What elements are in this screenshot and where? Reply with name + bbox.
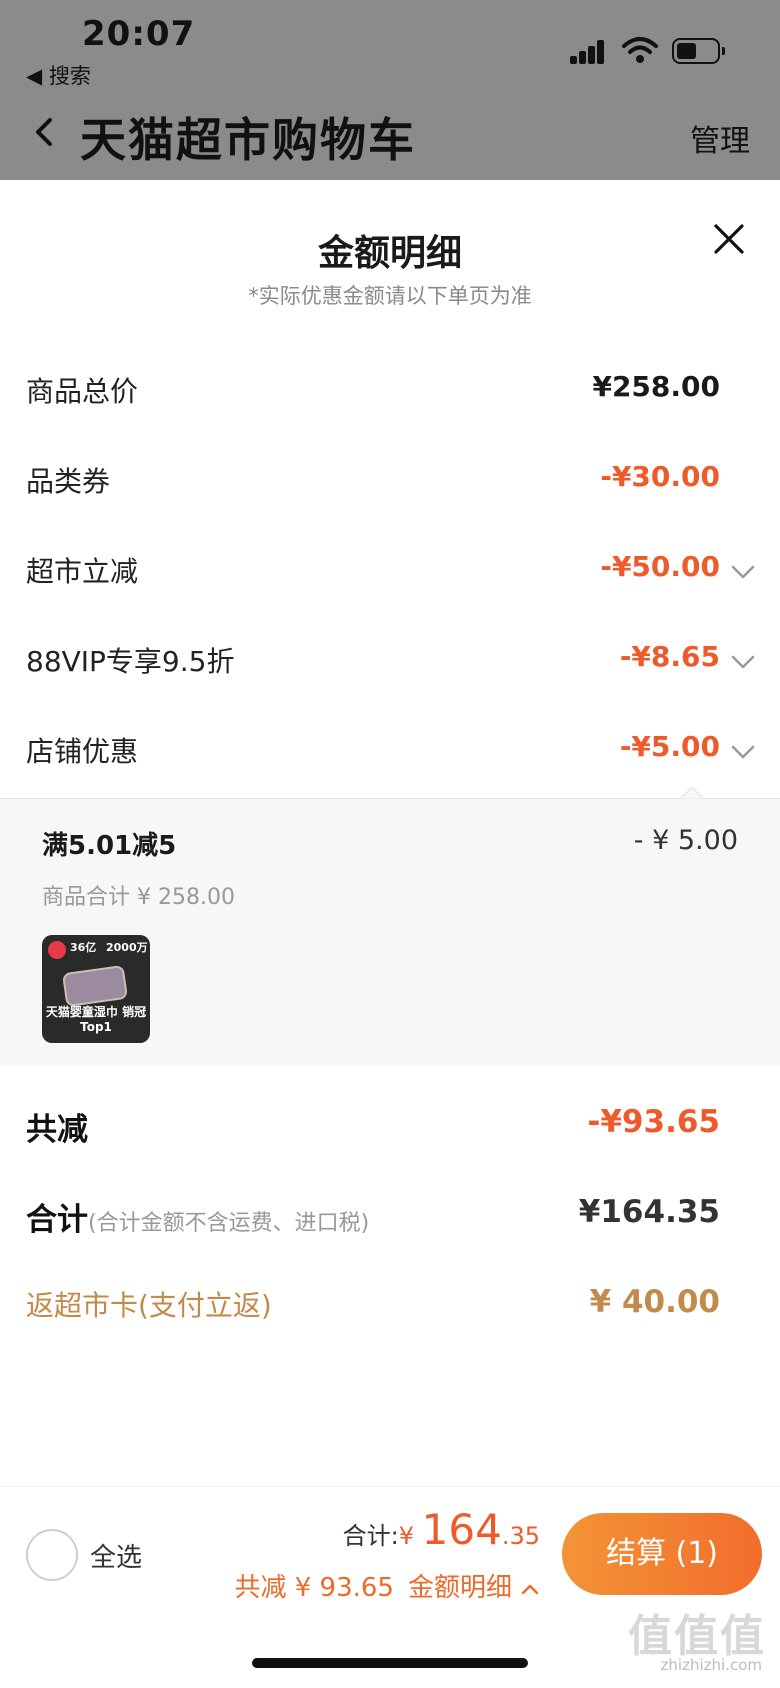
close-icon[interactable] [712,222,746,256]
discount-summary[interactable]: 共减 ¥ 93.65 金额明细 [234,1567,540,1604]
total-amount: ¥164.35 [578,1194,720,1230]
checkout-button[interactable]: 结算 (1) [562,1513,762,1595]
background-page: 20:07 ◀ 搜索 天猫超市购物车 管理 [0,0,780,180]
panel-pointer [680,787,704,799]
row-total: 合计(合计金额不含运费、进口税) ¥164.35 [0,1170,780,1260]
chevron-down-icon[interactable] [730,654,756,670]
row-category-coupon: 品类券 -¥30.00 [0,434,780,524]
total-note: (合计金额不含运费、进口税) [88,1211,370,1236]
back-to-search-link[interactable]: ◀ 搜索 [26,60,91,90]
brand-badge-icon [48,941,66,959]
back-arrow-icon[interactable] [30,112,60,152]
row-amount: -¥50.00 [600,550,720,583]
sum-currency: ¥ [398,1522,422,1550]
row-label: 超市立减 [26,555,139,588]
row-label: 88VIP专享9.5折 [26,645,235,678]
store-discount-detail-panel: 满5.01减5 - ¥ 5.00 商品合计 ¥ 258.00 36亿 2000万… [0,787,780,1066]
row-goods-total: 商品总价 ¥258.00 [0,344,780,434]
chevron-down-icon[interactable] [730,564,756,580]
row-amount: -¥30.00 [600,460,720,493]
row-label: 品类券 [26,465,111,498]
select-all-label[interactable]: 全选 [90,1537,142,1574]
chevron-up-icon[interactable] [520,1582,540,1596]
discount-text: 共减 ¥ 93.65 [234,1573,394,1603]
nav-bar: 天猫超市购物车 管理 [0,98,780,178]
row-cashback: 返超市卡(支付立返) ¥ 40.00 [0,1260,780,1350]
promo-title: 满5.01减5 [42,831,177,861]
amount-detail-link[interactable]: 金额明细 [408,1573,512,1603]
row-vip-discount[interactable]: 88VIP专享9.5折 -¥8.65 [0,614,780,704]
cashback-label: 返超市卡(支付立返) [26,1289,272,1322]
sum-label: 合计: [342,1522,399,1550]
watermark-url: zhizhizhi.com [660,1656,762,1674]
watermark-logo: 值值值 [628,1611,766,1662]
status-time: 20:07 [82,14,196,54]
sum-decimal: .35 [501,1522,540,1550]
select-all-radio[interactable] [26,1529,78,1581]
row-amount: -¥8.65 [619,640,720,673]
signal-icon [570,38,612,64]
row-label: 商品总价 [26,375,139,408]
sheet-title: 金额明细 [317,233,462,274]
chevron-up-icon[interactable] [730,744,756,760]
sum-integer: 164 [421,1505,502,1554]
total-label-group: 合计(合计金额不含运费、进口税) [26,1194,369,1239]
row-total-discount: 共减 -¥93.65 [0,1080,780,1170]
total-discount-amount: -¥93.65 [587,1104,721,1140]
thumb-stat-1: 36亿 [70,941,97,954]
row-label: 店铺优惠 [26,735,139,768]
row-store-discount[interactable]: 店铺优惠 -¥5.00 [0,704,780,794]
sheet-subtitle: *实际优惠金额请以下单页为准 [248,284,532,308]
product-thumbnail[interactable]: 36亿 2000万 天猫婴童湿巾 销冠Top1 [42,935,150,1043]
home-indicator[interactable] [252,1658,528,1668]
promo-subtotal: 商品合计 ¥ 258.00 [42,885,235,910]
amount-detail-sheet: 金额明细 *实际优惠金额请以下单页为准 商品总价 ¥258.00 品类券 -¥3… [0,180,780,1688]
page-title: 天猫超市购物车 [80,113,416,167]
total-discount-label: 共减 [26,1112,88,1148]
thumb-stat-2: 2000万 [106,941,148,954]
row-market-discount[interactable]: 超市立减 -¥50.00 [0,524,780,614]
row-amount: -¥5.00 [619,730,720,763]
manage-button[interactable]: 管理 [690,116,750,160]
battery-icon [672,38,725,64]
row-amount: ¥258.00 [592,370,720,403]
wipes-pack-image [61,964,129,1008]
thumb-caption: 天猫婴童湿巾 销冠Top1 [45,1005,147,1034]
promo-amount: - ¥ 5.00 [633,825,738,856]
total-label: 合计 [26,1202,88,1238]
wifi-icon [622,37,658,63]
sum-line: 合计:¥ 164.35 [343,1505,540,1554]
status-bar: 20:07 ◀ 搜索 [0,0,780,90]
cashback-amount: ¥ 40.00 [589,1284,720,1320]
